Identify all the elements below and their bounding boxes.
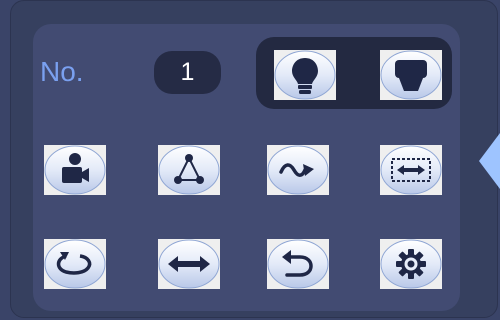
light-button[interactable] (274, 50, 336, 100)
expand-arrow-icon (479, 133, 500, 189)
camera-person-icon (44, 145, 106, 195)
light-bulb-icon (274, 50, 336, 100)
preset-number-label: No. (40, 56, 84, 87)
camera-person-button[interactable] (44, 145, 106, 195)
circular-arrow-icon (44, 239, 106, 289)
wave-arrow-icon (267, 145, 329, 195)
left-right-arrow-button[interactable] (158, 239, 220, 289)
return-arrow-button[interactable] (267, 239, 329, 289)
gear-icon (380, 239, 442, 289)
triangle-nodes-icon (158, 145, 220, 195)
wiper-button[interactable] (380, 50, 442, 100)
settings-button[interactable] (380, 239, 442, 289)
wiper-icon (380, 50, 442, 100)
return-arrow-icon (267, 239, 329, 289)
dashed-box-arrow-button[interactable] (380, 145, 442, 195)
triangle-nodes-button[interactable] (158, 145, 220, 195)
wave-arrow-button[interactable] (267, 145, 329, 195)
expand-tab[interactable] (479, 133, 500, 189)
circular-arrow-button[interactable] (44, 239, 106, 289)
left-right-arrow-icon (158, 239, 220, 289)
dashed-box-arrow-icon (380, 145, 442, 195)
preset-number-field[interactable]: 1 (154, 51, 221, 94)
